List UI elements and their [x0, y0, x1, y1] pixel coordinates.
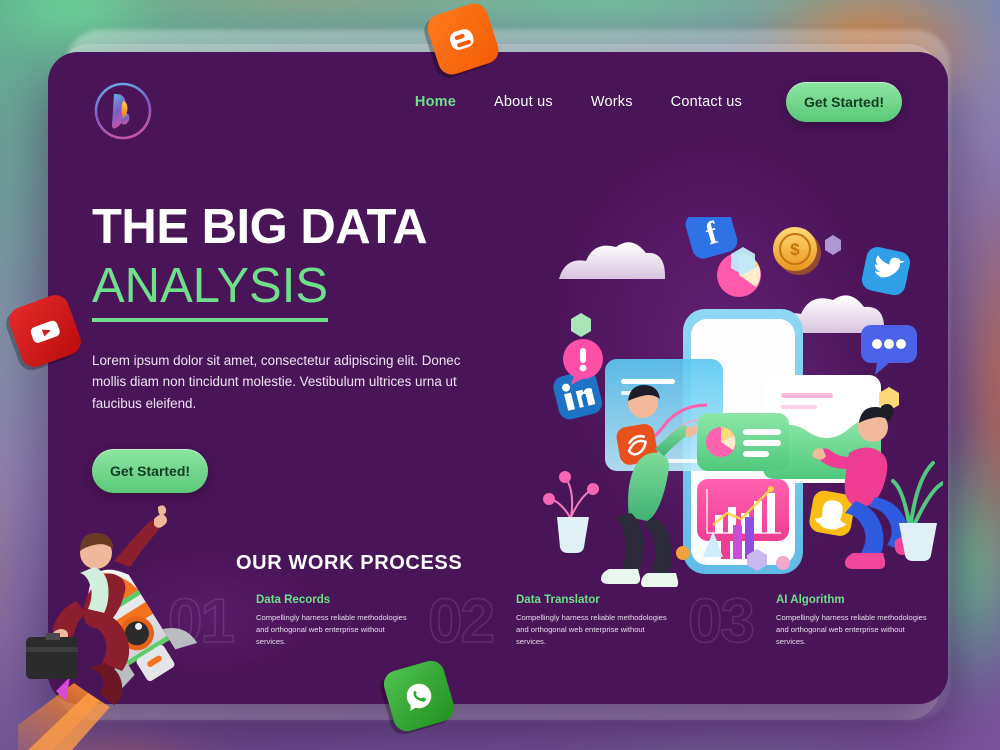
nav-item-home[interactable]: Home	[415, 94, 456, 110]
step-number: 03	[687, 586, 755, 657]
nav-item-about-us[interactable]: About us	[494, 94, 553, 110]
svg-text:$: $	[790, 240, 800, 259]
work-process-list: 01 Data Records Compellingly harness rel…	[167, 586, 948, 702]
step-body: Compellingly harness reliable methodolog…	[776, 613, 927, 646]
big-data-analysis-illustration: $ f	[543, 206, 945, 588]
brand-logo[interactable]	[92, 80, 154, 142]
nav-item-contact-us[interactable]: Contact us	[671, 94, 742, 110]
work-process-item-2: 02 Data Translator Compellingly harness …	[427, 586, 688, 702]
step-title: Data Records	[256, 594, 331, 606]
site-header: Home About us Works Contact us Get Start…	[48, 52, 948, 172]
main-navigation: Home About us Works Contact us Get Start…	[415, 82, 902, 122]
hero-title-line2: ANALYSIS	[92, 258, 329, 322]
header-get-started-button[interactable]: Get Started!	[786, 82, 902, 122]
step-body: Compellingly harness reliable methodolog…	[256, 613, 407, 646]
step-number: 02	[427, 586, 495, 657]
step-title: Data Translator	[516, 594, 600, 606]
businessman-riding-rocket	[0, 505, 248, 750]
work-process-item-3: 03 AI Algorithm Compellingly harness rel…	[687, 586, 948, 702]
hero-section: THE BIG DATA ANALYSIS Lorem ipsum dolor …	[92, 200, 512, 493]
step-title: AI Algorithm	[776, 594, 845, 606]
nav-item-works[interactable]: Works	[591, 94, 633, 110]
hero-title-line1: THE BIG DATA	[92, 200, 428, 254]
work-process-heading: OUR WORK PROCESS	[236, 552, 463, 574]
hero-paragraph: Lorem ipsum dolor sit amet, consectetur …	[92, 352, 461, 412]
hero-get-started-button[interactable]: Get Started!	[92, 448, 208, 493]
step-body: Compellingly harness reliable methodolog…	[516, 613, 667, 646]
